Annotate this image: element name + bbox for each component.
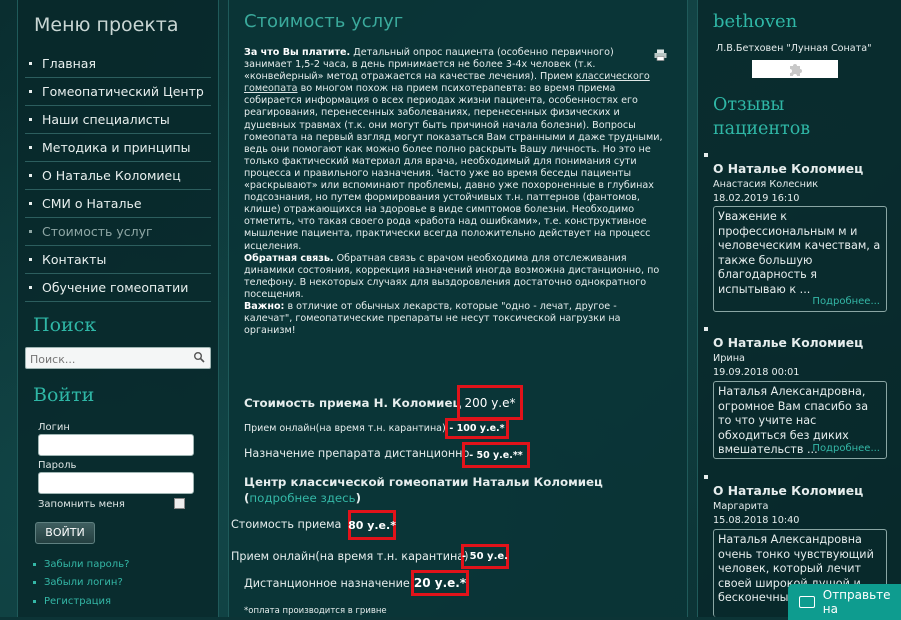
review-box: Уважение к профессиональным м и человече… bbox=[713, 206, 887, 312]
remember-label: Запомнить меня bbox=[38, 499, 125, 510]
online2-label: Прием онлайн(на время т.н. карантина) bbox=[231, 550, 469, 563]
password-label: Пароль bbox=[38, 460, 77, 471]
paragraph-important: Важно: в отличие от обычных лекарств, ко… bbox=[244, 300, 621, 337]
review-title[interactable]: О Наталье Коломиец bbox=[713, 484, 863, 498]
bullet-icon bbox=[29, 258, 32, 261]
menu-item-about[interactable]: О Наталье Коломиец bbox=[25, 162, 211, 190]
remote2-label: Дистанционное назначение bbox=[244, 577, 410, 590]
menu-item-home[interactable]: Главная bbox=[25, 50, 211, 78]
menu-item-prices[interactable]: Стоимость услуг bbox=[25, 218, 211, 246]
price2-value: 80 у.е.* bbox=[348, 510, 396, 540]
online1-value: - 100 у.е.* bbox=[445, 418, 509, 439]
main-menu: Главная Гомеопатический Центр Наши специ… bbox=[25, 50, 211, 302]
remember-checkbox[interactable] bbox=[174, 498, 185, 509]
price2-label: Стоимость приема bbox=[231, 518, 342, 531]
article-text: За что Вы платите. Детальный опрос пацие… bbox=[244, 47, 664, 337]
online2-value: - 50 у.е. bbox=[461, 544, 509, 569]
login-button[interactable]: ВОЙТИ bbox=[35, 522, 95, 544]
remote1-value: - 50 у.е.** bbox=[462, 442, 530, 468]
price1-value: 200 у.е* bbox=[457, 385, 523, 420]
price1-label: Стоимость приема Н. Коломиец bbox=[244, 396, 462, 410]
remote1-label: Назначение препарата дистанционно bbox=[244, 447, 470, 460]
bullet-icon bbox=[33, 562, 36, 566]
paragraph-feedback: Обратная связь. Обратная связь с врачом … bbox=[244, 252, 660, 300]
search-input[interactable] bbox=[26, 350, 194, 369]
menu-title: Меню проекта bbox=[34, 14, 179, 36]
online1-label: Прием онлайн(на время т.н. карантина) bbox=[244, 423, 446, 434]
bullet-icon bbox=[29, 62, 32, 65]
forgot-login-link[interactable]: Забыли логин? bbox=[33, 574, 129, 593]
menu-item-media[interactable]: СМИ о Наталье bbox=[25, 190, 211, 218]
login-field[interactable] bbox=[38, 434, 194, 456]
bullet-icon bbox=[29, 286, 32, 289]
review-date: 18.02.2019 16:10 bbox=[713, 193, 800, 204]
reviews-title: Отзывы пациентов bbox=[713, 95, 811, 139]
forgot-password-link[interactable]: Забыли пароль? bbox=[33, 555, 129, 574]
remote2-value: 20 у.е.* bbox=[411, 570, 469, 596]
register-link[interactable]: Регистрация bbox=[33, 592, 129, 611]
menu-item-contacts[interactable]: Контакты bbox=[25, 246, 211, 274]
menu-item-center[interactable]: Гомеопатический Центр bbox=[25, 78, 211, 106]
login-label: Логин bbox=[38, 422, 70, 433]
search-title: Поиск bbox=[33, 314, 97, 336]
menu-item-education[interactable]: Обучение гомеопатии bbox=[25, 274, 211, 302]
footnote: *оплата производится в гривне bbox=[244, 606, 387, 616]
center-more-link[interactable]: подробнее здесь bbox=[249, 491, 355, 505]
bullet-icon bbox=[33, 599, 36, 603]
music-title: bethoven bbox=[713, 11, 798, 32]
account-links: Забыли пароль? Забыли логин? Регистрация bbox=[33, 555, 129, 611]
review-date: 19.09.2018 00:01 bbox=[713, 367, 800, 378]
search-box bbox=[25, 347, 211, 369]
page-title: Стоимость услуг bbox=[244, 11, 404, 32]
center-title: Центр классической гомеопатии Натальи Ко… bbox=[244, 475, 607, 505]
login-title: Войти bbox=[33, 384, 95, 406]
review-box: Наталья Александровна, огромное Вам спас… bbox=[713, 381, 887, 459]
bullet-icon bbox=[704, 475, 708, 479]
review-date: 15.08.2018 10:40 bbox=[713, 515, 800, 526]
chat-icon bbox=[799, 596, 815, 608]
chat-send-button[interactable]: Отправьте на bbox=[788, 584, 901, 620]
review-author: Ирина bbox=[713, 353, 745, 364]
review-title[interactable]: О Наталье Коломиец bbox=[713, 336, 863, 350]
password-field[interactable] bbox=[38, 472, 194, 494]
bullet-icon bbox=[33, 581, 36, 585]
bullet-icon bbox=[29, 230, 32, 233]
review-more-link[interactable]: Подробнее... bbox=[812, 442, 880, 457]
right-sidebar: bethoven Л.В.Бетховен "Лунная Соната" От… bbox=[697, 0, 901, 617]
plugin-puzzle-icon bbox=[790, 64, 802, 76]
bullet-icon bbox=[29, 90, 32, 93]
audio-plugin-placeholder[interactable] bbox=[752, 60, 838, 78]
search-icon[interactable] bbox=[193, 351, 205, 363]
main-content: Стоимость услуг За что Вы платите. Детал… bbox=[228, 0, 688, 617]
bullet-icon bbox=[29, 174, 32, 177]
review-author: Маргарита bbox=[713, 501, 769, 512]
music-subtitle: Л.В.Бетховен "Лунная Соната" bbox=[716, 43, 872, 54]
menu-item-method[interactable]: Методика и принципы bbox=[25, 134, 211, 162]
bullet-icon bbox=[704, 153, 708, 157]
bullet-icon bbox=[29, 146, 32, 149]
bullet-icon bbox=[29, 118, 32, 121]
bullet-icon bbox=[29, 202, 32, 205]
left-sidebar: Меню проекта Главная Гомеопатический Цен… bbox=[17, 0, 219, 617]
menu-item-specialists[interactable]: Наши специалисты bbox=[25, 106, 211, 134]
review-title[interactable]: О Наталье Коломиец bbox=[713, 162, 863, 176]
bullet-icon bbox=[704, 327, 708, 331]
review-more-link[interactable]: Подробнее... bbox=[812, 295, 880, 310]
paragraph-payment: За что Вы платите. Детальный опрос пацие… bbox=[244, 47, 663, 252]
review-author: Анастасия Колесник bbox=[713, 179, 819, 190]
